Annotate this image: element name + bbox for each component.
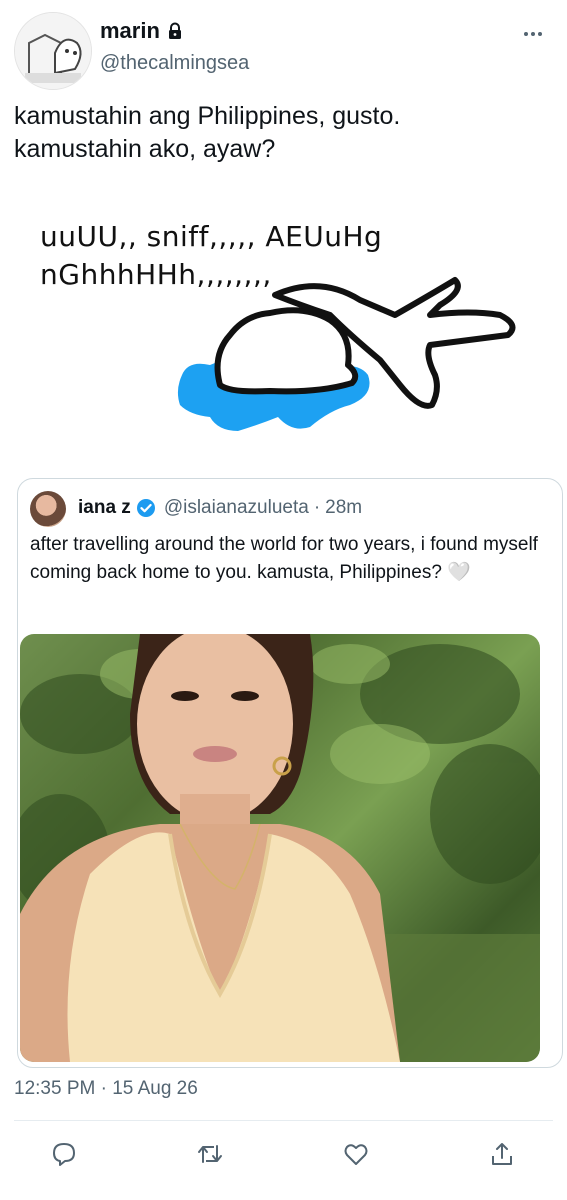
lock-icon: [166, 22, 184, 40]
reply-icon[interactable]: [50, 1140, 78, 1168]
tweet-text: kamustahin ang Philippines, gusto. kamus…: [14, 102, 401, 163]
action-bar: [0, 1134, 567, 1178]
quote-avatar[interactable]: [30, 491, 66, 527]
quote-header: iana z @islaianazulueta · 28m: [78, 497, 362, 519]
quote-photo[interactable]: [20, 634, 540, 1062]
avatar[interactable]: [14, 12, 92, 90]
quote-text: after travelling around the world for tw…: [30, 534, 538, 583]
quote-display-name[interactable]: iana z: [78, 497, 131, 519]
name-row: marin: [100, 18, 184, 44]
verified-icon: [136, 498, 156, 518]
more-icon[interactable]: [521, 22, 545, 46]
tweet-timestamp[interactable]: 12:35 PM · 15 Aug 26: [14, 1078, 198, 1100]
quote-handle[interactable]: @islaianazulueta: [164, 497, 309, 519]
quote-tweet-card[interactable]: iana z @islaianazulueta · 28m after trav…: [17, 478, 563, 1068]
like-icon[interactable]: [342, 1140, 370, 1168]
quote-separator: ·: [313, 497, 321, 518]
user-handle[interactable]: @thecalmingsea: [100, 52, 249, 75]
quote-time[interactable]: 28m: [325, 497, 362, 519]
retweet-icon[interactable]: [196, 1140, 224, 1168]
divider: [14, 1120, 553, 1121]
display-name[interactable]: marin: [100, 18, 160, 44]
share-icon[interactable]: [488, 1140, 516, 1168]
drawing-text: uuUU,, sniff,,,,, AEUuHg nGhhhHHh,,,,,,,…: [40, 220, 383, 291]
